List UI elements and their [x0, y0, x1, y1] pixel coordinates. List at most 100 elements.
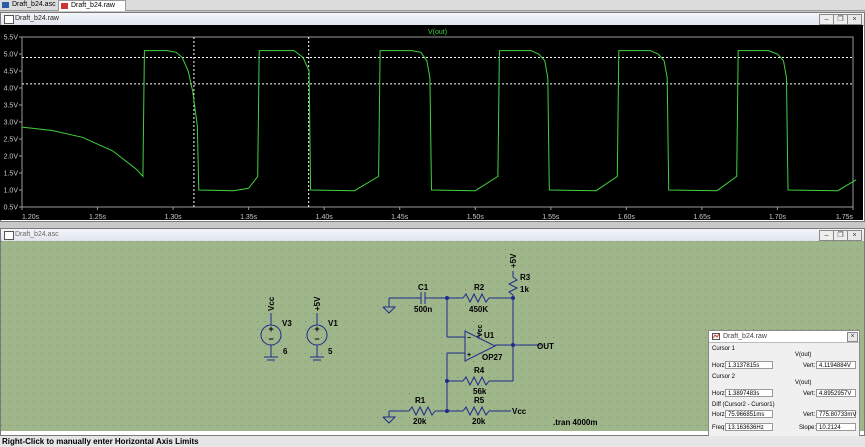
r4-name: R4 — [474, 366, 485, 375]
waveform-chart[interactable]: 5.5V 5.0V 4.5V 4.0V 3.5V 3.0V 2.5V 2.0V 1.5V 1.0V… — [0, 25, 863, 221]
schematic-file-icon — [2, 2, 9, 8]
x-tick-label: 1.55s — [542, 214, 560, 220]
x-tick-label: 1.35s — [240, 214, 258, 220]
diff-vert-label: Vert: — [803, 412, 816, 418]
window-title: Draft_b24.asc — [15, 231, 59, 238]
cursor1-vert-field[interactable]: 4.1194884V — [816, 361, 856, 369]
tab-label: Draft_b24.raw — [71, 2, 115, 9]
y-tick-label: 1.0V — [4, 188, 19, 195]
net-label-vcc: Vcc — [267, 296, 276, 311]
y-tick-label: 2.0V — [4, 154, 19, 161]
cursor2-signal: V(out) — [795, 380, 812, 386]
close-button[interactable]: × — [847, 332, 858, 342]
net-label-plus5v: +5V — [313, 296, 322, 311]
diff-freq-label: Freq: — [712, 425, 727, 431]
x-tick-label: 1.65s — [693, 214, 711, 220]
status-text: Right-Click to manually enter Horizontal… — [2, 437, 199, 446]
cursor2-vert-field[interactable]: 4.8952957V — [816, 389, 856, 397]
y-tick-label: 5.5V — [4, 35, 19, 42]
schematic-window-icon — [4, 231, 14, 240]
trace-legend-label: V(out) — [428, 29, 447, 36]
c1-value: 500n — [414, 305, 432, 314]
cursor-panel-title: Draft_b24.raw — [723, 333, 767, 340]
y-tick-label: 2.5V — [4, 137, 19, 144]
source-minus-symbol: − — [314, 334, 319, 344]
x-tick-label: 1.40s — [316, 214, 334, 220]
cursor2-label: Cursor 2 — [712, 374, 736, 380]
r2-name: R2 — [474, 283, 485, 292]
u1-name: U1 — [484, 331, 495, 340]
tab-label: Draft_b24.asc — [12, 1, 56, 8]
y-tick-label: 4.5V — [4, 69, 19, 76]
y-tick-label: 4.0V — [4, 86, 19, 93]
y-tick-label: 5.0V — [4, 52, 19, 59]
waveform-window-icon — [4, 15, 14, 24]
source-minus-symbol: − — [268, 334, 273, 344]
window-title: Draft_b24.raw — [15, 15, 59, 22]
u1-part: OP27 — [482, 353, 503, 362]
y-tick-label: 3.0V — [4, 120, 19, 127]
x-tick-label: 1.45s — [391, 214, 409, 220]
v3-value: 6 — [283, 347, 288, 356]
net-label-plus5v: +5V — [509, 253, 518, 268]
junction-dot — [445, 296, 449, 300]
r4-value: 56k — [473, 387, 487, 396]
opamp-plus-symbol: + — [467, 352, 471, 359]
v3-name: V3 — [282, 319, 292, 328]
junction-dot — [511, 343, 515, 347]
document-tab-bar: Draft_b24.asc Draft_b24.raw — [0, 0, 865, 11]
diff-freq-field[interactable]: 13.163636Hz — [725, 423, 773, 431]
cursor-readout-panel[interactable]: Draft_b24.raw × Cursor 1 V(out) Horz: 1.… — [708, 330, 860, 439]
r5-name: R5 — [474, 396, 485, 405]
x-tick-label: 1.75s — [836, 214, 854, 220]
restore-button[interactable]: ❐ — [833, 14, 848, 25]
net-label-vcc: Vcc — [512, 407, 527, 416]
r2-value: 450K — [469, 305, 488, 314]
diff-label: Diff (Cursor2 - Cursor1) — [712, 402, 775, 408]
y-tick-label: 1.5V — [4, 171, 19, 178]
minimize-button[interactable]: – — [819, 230, 834, 241]
junction-dot — [445, 379, 449, 383]
x-tick-label: 1.30s — [165, 214, 183, 220]
tab-waveform[interactable]: Draft_b24.raw — [58, 0, 126, 11]
cursor2-horz-field[interactable]: 1.3897483s — [725, 389, 773, 397]
waveform-window-icon — [712, 333, 720, 340]
close-button[interactable]: × — [847, 230, 862, 241]
v1-value: 5 — [328, 347, 333, 356]
r1-value: 20k — [413, 417, 427, 426]
diff-slope-field[interactable]: 10.2124 — [816, 423, 856, 431]
diff-vert-field[interactable]: 775.80733mV — [816, 410, 856, 418]
y-tick-label: 0.5V — [4, 205, 19, 212]
net-label-vcc: Vcc — [477, 324, 484, 337]
minimize-button[interactable]: – — [819, 14, 834, 25]
cursor2-vert-label: Vert: — [803, 391, 816, 397]
plot-frame — [21, 36, 854, 208]
x-tick-label: 1.50s — [467, 214, 485, 220]
source-plus-symbol: + — [314, 324, 319, 334]
close-button[interactable]: × — [847, 14, 862, 25]
tab-schematic[interactable]: Draft_b24.asc — [0, 0, 66, 10]
cursor1-signal: V(out) — [795, 352, 812, 358]
cursor1-label: Cursor 1 — [712, 346, 736, 352]
waveform-plot-area[interactable]: 5.5V 5.0V 4.5V 4.0V 3.5V 3.0V 2.5V 2.0V 1.5V 1.0V… — [0, 25, 863, 221]
series-line-v-out- — [21, 50, 857, 192]
cursor1-horz-field[interactable]: 1.3137815s — [725, 361, 773, 369]
cursor1-vert-label: Vert: — [803, 363, 816, 369]
r5-value: 20k — [472, 417, 486, 426]
v1-name: V1 — [328, 319, 338, 328]
r3-name: R3 — [520, 273, 531, 282]
tran-directive[interactable]: .tran 4000m — [553, 418, 597, 427]
r3-value: 1k — [520, 285, 529, 294]
restore-button[interactable]: ❐ — [833, 230, 848, 241]
diff-horz-field[interactable]: 75.966851ms — [725, 410, 773, 418]
net-label-out: OUT — [537, 342, 554, 351]
y-tick-label: 3.5V — [4, 103, 19, 110]
waveform-file-icon — [61, 3, 68, 9]
junction-dot — [511, 296, 515, 300]
source-plus-symbol: + — [268, 324, 273, 334]
x-tick-label: 1.60s — [618, 214, 636, 220]
opamp-minus-symbol: − — [467, 335, 471, 342]
c1-name: C1 — [418, 283, 429, 292]
status-bar: Right-Click to manually enter Horizontal… — [0, 436, 865, 447]
cursor-panel-titlebar: Draft_b24.raw × — [709, 331, 859, 343]
